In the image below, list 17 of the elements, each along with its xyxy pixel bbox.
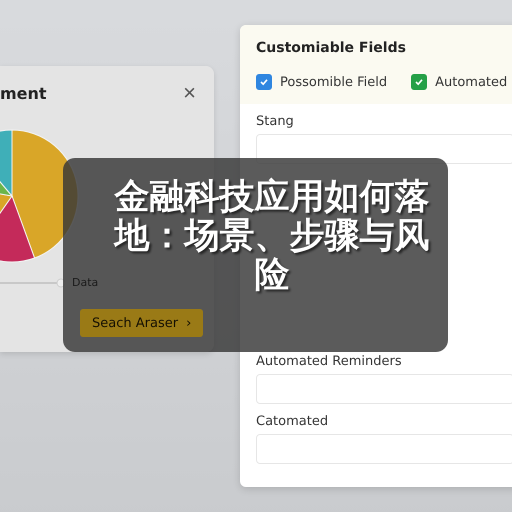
window-title: Customiable Fields	[256, 40, 407, 56]
check-icon	[259, 77, 269, 87]
legend-label: Data	[72, 276, 98, 289]
headline: 金融科技应用如何落地：场景、步骤与风险	[112, 178, 430, 296]
check-icon	[414, 77, 424, 87]
checkbox-label: Possomible Field	[280, 74, 388, 90]
search-button[interactable]: Seach Araser ›	[80, 309, 204, 337]
checkbox[interactable]	[411, 74, 428, 90]
window-title: ment	[0, 84, 47, 102]
field-label: Automated Reminders	[256, 354, 403, 369]
field-label: Stang	[256, 114, 295, 129]
checkbox-label: Automated	[435, 74, 508, 90]
input-field[interactable]	[256, 374, 512, 404]
input-field[interactable]	[256, 434, 512, 464]
close-button[interactable]: ×	[183, 82, 196, 104]
field-label: Catomated	[256, 414, 330, 429]
checkbox[interactable]	[256, 74, 272, 90]
